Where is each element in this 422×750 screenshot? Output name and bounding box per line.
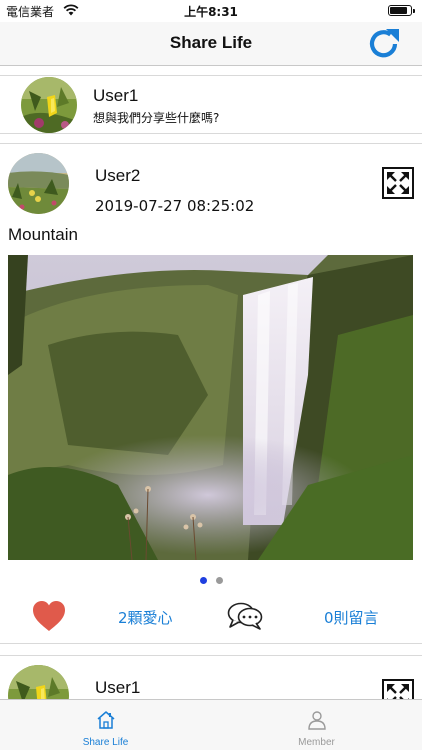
divider [0, 655, 422, 656]
expand-icon[interactable] [382, 679, 414, 699]
tab-label: Share Life [82, 737, 129, 748]
flower-avatar-image [21, 77, 77, 133]
divider [0, 133, 422, 134]
divider [0, 143, 422, 144]
flower-avatar-image [8, 665, 69, 699]
avatar [21, 77, 77, 133]
page-title: Share Life [169, 33, 253, 52]
refresh-icon[interactable] [364, 25, 404, 63]
page-indicator-dot-active[interactable] [200, 577, 207, 584]
post-user-name: User1 [95, 678, 141, 697]
feed[interactable]: User1 想與我們分享些什麼嗎? User2 2019-07-27 08:25… [0, 67, 422, 699]
battery-icon [388, 5, 415, 16]
navigation-bar: Share Life [0, 22, 422, 66]
compose-prompt[interactable]: 想與我們分享些什麼嗎? [93, 109, 219, 126]
tab-share-life[interactable]: Share Life [0, 700, 211, 750]
comment-count[interactable]: 0則留言 [324, 607, 379, 628]
post-timestamp: 2019-07-27 08:25:02 [95, 197, 255, 215]
post-caption: Mountain [8, 225, 78, 244]
waterfall-photo [8, 255, 413, 560]
post-photo[interactable] [8, 255, 413, 560]
like-count[interactable]: 2顆愛心 [118, 607, 173, 628]
avatar [8, 665, 69, 699]
compose-user-name: User1 [93, 86, 139, 105]
tab-member[interactable]: Member [211, 700, 422, 750]
divider [0, 75, 422, 76]
post-user-name: User2 [95, 166, 141, 185]
comment-bubbles-icon[interactable] [227, 601, 263, 631]
status-bar: 電信業者 上午8:31 [0, 0, 422, 22]
home-icon [97, 711, 115, 729]
clock: 上午8:31 [184, 5, 238, 19]
meadow-avatar-image [8, 153, 69, 214]
divider [0, 643, 422, 644]
tab-label: Member [298, 737, 335, 748]
tab-bar: Share Life Member [0, 699, 422, 750]
compose-row[interactable]: User1 想與我們分享些什麼嗎? [0, 77, 422, 135]
avatar [8, 153, 69, 214]
heart-icon[interactable] [32, 600, 66, 632]
page-indicator-dot[interactable] [216, 577, 223, 584]
person-icon [308, 711, 326, 730]
expand-icon[interactable] [382, 167, 414, 199]
